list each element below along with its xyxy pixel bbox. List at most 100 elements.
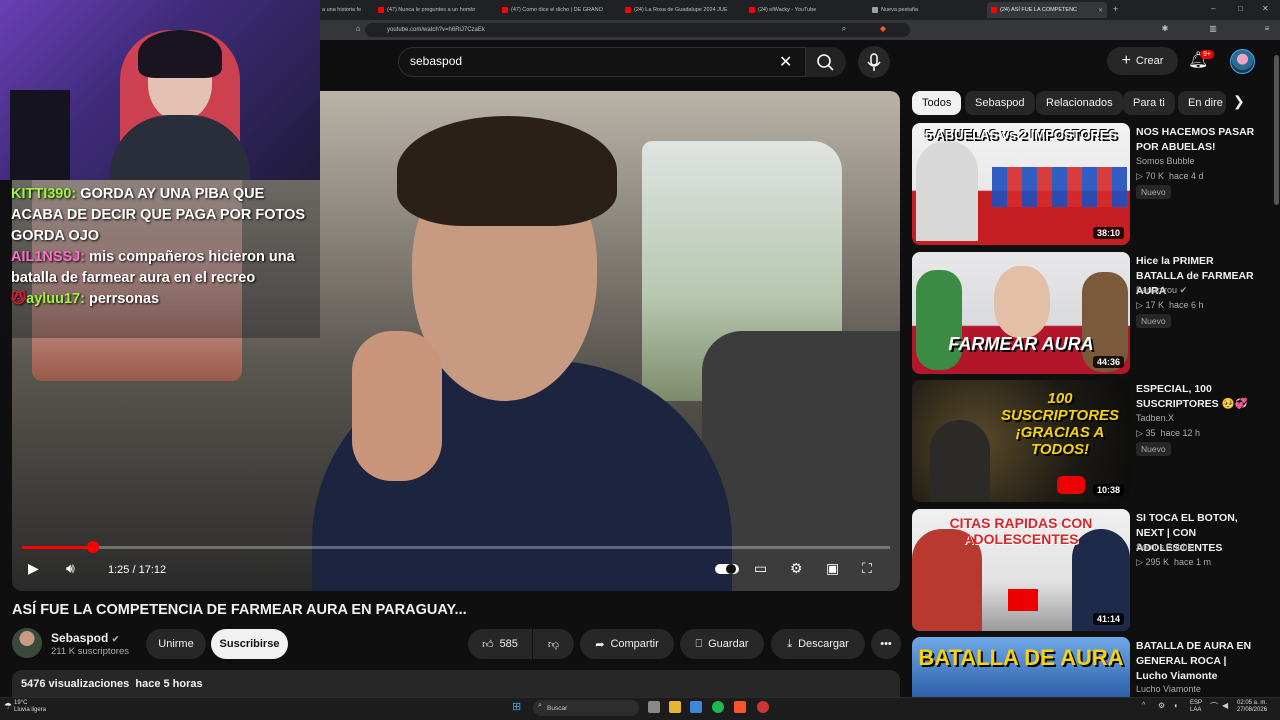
recommendation-item[interactable]: CITAS RAPIDAS CON ADOLESCENTES 41:14 SI … (912, 509, 1262, 633)
language-indicator[interactable]: ESP LAA (1190, 700, 1202, 714)
new-tab-button[interactable]: + (1113, 4, 1118, 14)
thumbnail-person (916, 141, 978, 241)
video-thumbnail[interactable]: 100 SUSCRIPTORES ¡GRACIAS A TODOS! 10:38 (912, 380, 1130, 502)
video-thumbnail[interactable]: BATALLA DE AURA (912, 637, 1130, 697)
system-clock[interactable]: 02:05 a. m. 27/08/2026 (1237, 700, 1267, 714)
recommendation-channel[interactable]: Somos Bubble (1136, 542, 1195, 552)
video-thumbnail[interactable]: 5 ABUELAS vs 2 IMPOSTORES 38:10 (912, 123, 1130, 245)
dislike-button[interactable]: 👎︎ (533, 629, 574, 659)
browser-tab[interactable]: (24) La Rosa de Guadalupe 2024 JUE (621, 2, 739, 18)
video-duration: 38:10 (1092, 227, 1124, 239)
tray-app-icon[interactable]: ◐ (1174, 701, 1179, 710)
chip-for-you[interactable]: Para ti (1123, 91, 1175, 115)
browser-tab[interactable]: (47) Como dice el dicho | DE GRANO (498, 2, 616, 18)
file-explorer-icon[interactable] (669, 701, 681, 713)
bookmark-icon[interactable]: ⌂ (353, 24, 363, 34)
zoom-icon[interactable]: ⌕ (839, 24, 849, 34)
share-button[interactable]: ➦ Compartir (580, 629, 674, 659)
recommendation-item[interactable]: FARMEAR AURA 44:36 Hice la PRIMER BATALL… (912, 252, 1262, 376)
save-button[interactable]: ⎕ Guardar (680, 629, 764, 659)
menu-icon[interactable]: ≡ (1262, 24, 1272, 34)
search-button[interactable] (806, 47, 846, 77)
extensions-icon[interactable]: ✱ (1160, 24, 1170, 34)
channel-name[interactable]: Sebaspod ✔ (51, 631, 119, 645)
download-button[interactable]: ⤓ Descargar (771, 629, 865, 659)
sidebar-icon[interactable]: ▥ (1208, 24, 1218, 34)
like-count: 585 (499, 638, 518, 650)
store-icon[interactable] (690, 701, 702, 713)
volume-icon[interactable]: 🔊︎ (66, 560, 75, 577)
create-button[interactable]: + Crear (1107, 47, 1178, 75)
youtube-favicon-icon (378, 7, 384, 13)
tray-overflow-icon[interactable]: ^ (1142, 702, 1145, 709)
recommendation-item[interactable]: 5 ABUELAS vs 2 IMPOSTORES 38:10 NOS HACE… (912, 123, 1262, 247)
recommendation-meta: ▷ 70 K hace 4 d (1136, 171, 1204, 182)
maximize-button[interactable]: □ (1238, 4, 1243, 13)
tray-app-icon[interactable]: ⚙ (1158, 701, 1165, 710)
notification-badge: 9+ (1200, 50, 1214, 59)
windows-start-icon[interactable]: ⊞ (512, 700, 521, 713)
chip-channel[interactable]: Sebaspod (965, 91, 1035, 115)
browser-tab[interactable]: (24) elWacky - YouTube (745, 2, 863, 18)
chevron-right-icon[interactable]: ❯ (1233, 93, 1245, 110)
brave-browser-icon[interactable] (734, 701, 746, 713)
browser-tab[interactable]: (47) Nunca le preguntes a un hombr (374, 2, 492, 18)
clear-search-icon[interactable]: ✕ (779, 52, 792, 72)
scrollbar-thumb[interactable] (1274, 55, 1279, 205)
browser-tab[interactable]: a una historia fe (318, 2, 370, 18)
voice-search-button[interactable] (858, 46, 890, 78)
share-label: Compartir (610, 638, 659, 650)
close-tab-icon[interactable]: ✕ (1098, 7, 1103, 14)
address-bar[interactable]: youtube.com/watch?v=h6RiJ7CzaEk (365, 23, 910, 37)
recommendation-meta: ▷ 295 K hace 1 m (1136, 557, 1211, 568)
subtitles-icon[interactable]: ▭ (754, 560, 767, 577)
chip-related[interactable]: Relacionados (1036, 91, 1123, 115)
weather-temp: 19°C (14, 700, 28, 706)
spotify-icon[interactable] (712, 701, 724, 713)
more-actions-button[interactable]: ••• (871, 629, 901, 659)
thumbnail-text: 5 ABUELAS vs 2 IMPOSTORES (924, 127, 1118, 142)
fullscreen-icon[interactable]: ⛶ (862, 560, 872, 577)
recommendation-channel[interactable]: Bananirou ✔ (1136, 285, 1187, 296)
volume-icon[interactable]: ◀ (1222, 701, 1228, 710)
browser-tab[interactable]: Nueva pestaña (868, 2, 980, 18)
settings-gear-icon[interactable]: ⚙ (790, 560, 803, 577)
recommendation-item[interactable]: BATALLA DE AURA BATALLA DE AURA EN GENER… (912, 637, 1262, 697)
upload-age: hace 1 m (1173, 557, 1212, 567)
wifi-icon[interactable]: ⌒ (1210, 701, 1218, 712)
app-icon[interactable] (757, 701, 769, 713)
chip-live[interactable]: En dire (1178, 91, 1226, 115)
video-thumbnail[interactable]: FARMEAR AURA 44:36 (912, 252, 1130, 374)
miniplayer-icon[interactable]: ▣ (826, 560, 839, 577)
weather-widget[interactable]: 19°C Lluvia ligera (14, 700, 46, 714)
autoplay-toggle[interactable] (715, 562, 739, 579)
account-avatar[interactable] (1230, 49, 1255, 74)
channel-avatar[interactable] (12, 628, 42, 658)
recommendation-title[interactable]: BATALLA DE AURA EN GENERAL ROCA | Lucho … (1136, 639, 1258, 684)
subscriber-count: 211 K suscriptores (51, 646, 129, 657)
webcam-overlay (0, 0, 320, 180)
brave-shield-icon[interactable]: ◆ (878, 24, 888, 34)
view-info: 5476 visualizaciones hace 5 horas (21, 678, 203, 690)
cat-emote-icon: 😼︎ (11, 291, 27, 307)
video-thumbnail[interactable]: CITAS RAPIDAS CON ADOLESCENTES 41:14 (912, 509, 1130, 631)
recommendation-item[interactable]: 100 SUSCRIPTORES ¡GRACIAS A TODOS! 10:38… (912, 380, 1262, 504)
task-view-icon[interactable] (648, 701, 660, 713)
recommendation-channel[interactable]: Somos Bubble (1136, 156, 1195, 166)
progress-bar[interactable] (22, 546, 890, 549)
browser-tab-active[interactable]: (24) ASÍ FUE LA COMPETENC ✕ (987, 2, 1107, 18)
chip-todos[interactable]: Todos (912, 91, 962, 115)
taskbar-search[interactable]: Buscar (533, 700, 639, 716)
join-button[interactable]: Unirme (146, 629, 206, 659)
recommendation-meta: ▷ 17 K hace 6 h (1136, 300, 1204, 311)
recommendation-title[interactable]: NOS HACEMOS PASAR POR ABUELAS! (1136, 125, 1258, 155)
close-window-button[interactable]: ✕ (1262, 4, 1269, 13)
subscribe-button[interactable]: Suscribirse (211, 629, 288, 659)
clock-time: 02:05 a. m. (1237, 700, 1268, 706)
recommendation-title[interactable]: ESPECIAL, 100 SUSCRIPTORES 🥺💞 (1136, 382, 1258, 412)
recommendation-channel[interactable]: Tadben.X (1136, 413, 1174, 423)
minimize-button[interactable]: – (1211, 4, 1215, 13)
play-icon[interactable]: ▶ (28, 560, 39, 577)
recommendation-channel[interactable]: Lucho Viamonte (1136, 684, 1201, 694)
like-button[interactable]: 👍︎ 585 (468, 629, 532, 659)
